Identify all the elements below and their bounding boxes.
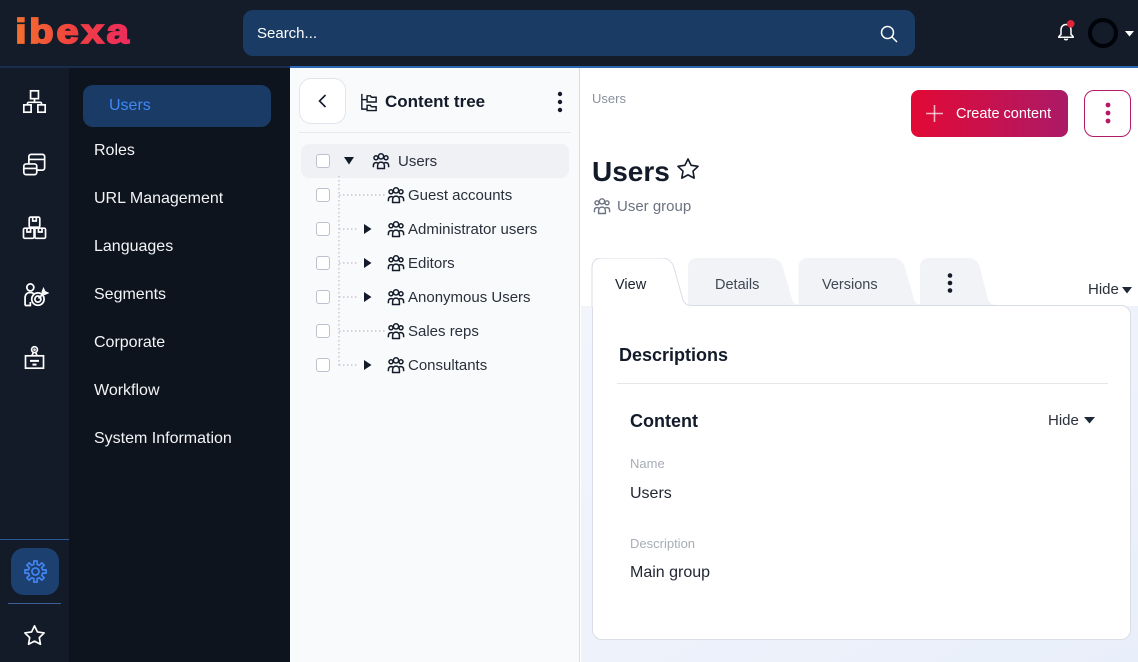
svg-text:ibexa: ibexa (15, 15, 131, 50)
